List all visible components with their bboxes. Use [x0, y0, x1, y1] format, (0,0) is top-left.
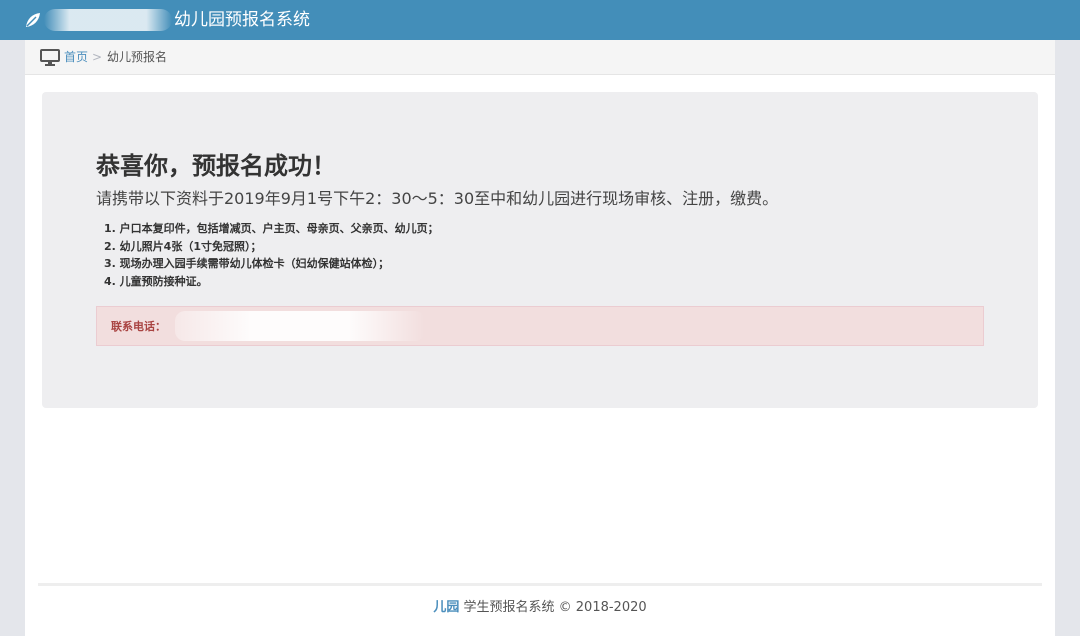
breadcrumb-current: 幼儿预报名 [107, 50, 168, 64]
page-content: 首页 > 幼儿预报名 恭喜你，预报名成功！ 请携带以下资料于2019年9月1号下… [25, 40, 1055, 636]
desktop-icon [40, 49, 60, 66]
list-item: 4. 儿童预防接种证。 [104, 274, 208, 288]
list-item: 3. 现场办理入园手续需带幼儿体检卡（妇幼保健站体检）； [104, 257, 390, 270]
top-navbar: 幼儿园预报名系统 [0, 0, 1080, 40]
instructions-lead: 请携带以下资料于2019年9月1号下午2：30～5：30至中和幼儿园进行现场审核… [96, 189, 779, 208]
leaf-icon [26, 13, 40, 27]
breadcrumb-home-link[interactable]: 首页 [64, 49, 88, 65]
success-panel: 恭喜你，预报名成功！ 请携带以下资料于2019年9月1号下午2：30～5：30至… [42, 92, 1038, 408]
app-title[interactable]: 幼儿园预报名系统 [174, 8, 310, 32]
requirements-list: 1. 户口本复印件，包括增减页、户主页、母亲页、父亲页、幼儿页； 2. 幼儿照片… [104, 220, 439, 290]
list-item: 1. 户口本复印件，包括增减页、户主页、母亲页、父亲页、幼儿页； [104, 222, 439, 235]
contact-phone-label: 联系电话： [111, 320, 166, 333]
redacted-school-name [44, 9, 172, 31]
success-headline: 恭喜你，预报名成功！ [96, 152, 336, 180]
breadcrumb-separator: > [92, 50, 103, 64]
contact-alert: 联系电话： [96, 306, 984, 346]
footer-logo: 儿园 [433, 600, 460, 615]
footer-copyright: 学生预报名系统 © 2018-2020 [463, 600, 647, 615]
footer-divider [38, 583, 1042, 586]
list-item: 2. 幼儿照片4张（1寸免冠照）； [104, 239, 262, 253]
breadcrumb: 首页 > 幼儿预报名 [25, 40, 1055, 75]
footer: 儿园 学生预报名系统 © 2018-2020 [25, 598, 1055, 618]
redacted-phone-number [175, 311, 425, 341]
